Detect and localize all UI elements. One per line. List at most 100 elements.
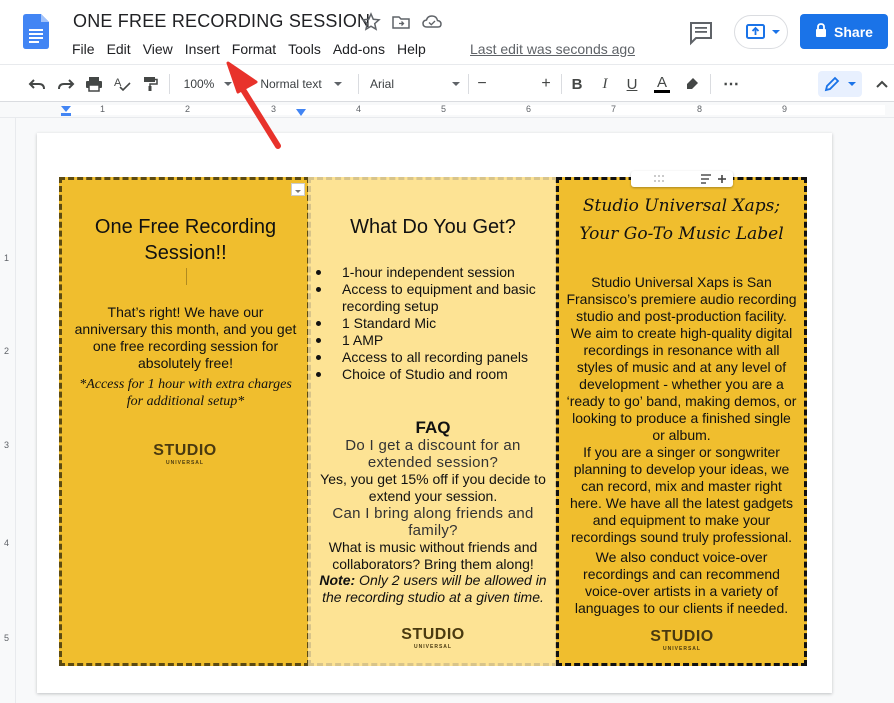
editing-mode-button[interactable] — [818, 71, 862, 97]
table-drag-handle[interactable] — [631, 171, 733, 187]
ruler-number: 7 — [611, 104, 617, 114]
toolbar-divider — [710, 74, 711, 94]
right-indent-marker-icon — [296, 109, 306, 116]
panel-3-heading: Studio Universal Xaps; Your Go-To Music … — [579, 196, 784, 244]
left-indent-marker-icon — [61, 106, 71, 116]
ruler-number: 1 — [4, 253, 10, 263]
red-arrow-annotation-icon — [226, 61, 281, 149]
ruler-number: 6 — [526, 104, 532, 114]
increase-font-size-button[interactable]: + — [536, 71, 556, 97]
toolbar-divider — [561, 74, 562, 94]
menu-help[interactable]: Help — [391, 39, 432, 59]
more-options-icon[interactable]: ⋯ — [718, 71, 744, 97]
italic-button[interactable]: I — [594, 71, 616, 97]
toolbar-divider — [169, 74, 170, 94]
panel-1-heading: One Free Recording Session!! — [94, 216, 277, 264]
ruler-number: 9 — [782, 104, 788, 114]
faq-question-1: Do I get a discount for an extended sess… — [345, 437, 521, 471]
google-docs-logo-icon[interactable] — [23, 14, 49, 49]
highlight-color-icon[interactable] — [681, 71, 703, 97]
menu-insert[interactable]: Insert — [179, 39, 226, 59]
faq-answer-2: What is music without friends and collab… — [328, 539, 538, 572]
spellcheck-icon[interactable]: A — [110, 71, 134, 97]
menu-file[interactable]: File — [66, 39, 101, 59]
horizontal-ruler[interactable]: 1 2 3 4 5 6 7 8 9 — [0, 102, 894, 118]
panel-left[interactable]: One Free Recording Session!! That’s righ… — [59, 177, 310, 666]
bold-button[interactable]: B — [566, 71, 588, 97]
font-family-select[interactable]: Arial — [366, 71, 464, 97]
benefits-list: 1-hour independent session Access to equ… — [313, 264, 553, 383]
faq-question-2: Can I bring along friends and family? — [332, 505, 534, 539]
ruler-number: 5 — [4, 633, 10, 643]
faq-answer-1: Yes, you get 15% off if you decide to ex… — [320, 471, 546, 504]
ruler-number: 5 — [441, 104, 447, 114]
ruler-number: 4 — [4, 538, 10, 548]
chevron-down-icon — [452, 82, 460, 86]
pencil-icon — [824, 76, 840, 92]
chevron-down-icon — [333, 82, 342, 86]
share-label: Share — [834, 23, 873, 40]
chevron-down-icon — [848, 82, 856, 86]
star-icon[interactable] — [361, 12, 381, 32]
text-color-label: A — [656, 74, 667, 91]
menu-bar: File Edit View Insert Format Tools Add-o… — [66, 39, 432, 59]
redo-icon[interactable] — [54, 71, 78, 97]
paint-format-icon[interactable] — [138, 71, 162, 97]
font-family-value: Arial — [370, 77, 395, 91]
zoom-value: 100% — [183, 77, 215, 91]
text-color-button[interactable]: A — [651, 71, 673, 97]
list-item: 1 Standard Mic — [313, 315, 553, 332]
note-label: Note: — [319, 572, 356, 588]
menu-tools[interactable]: Tools — [282, 39, 327, 59]
text-color-swatch — [654, 90, 670, 93]
panel-1-note: *Access for 1 hour with extra charges fo… — [79, 377, 292, 409]
title-bar: ONE FREE RECORDING SESSION File Edit Vie… — [0, 0, 894, 64]
panel-3-paragraph-3: If you are a singer or songwriter planni… — [569, 444, 794, 545]
formatting-toolbar: A 100% Normal text Arial − 11 + B I U A … — [0, 64, 894, 160]
move-folder-icon[interactable] — [391, 12, 411, 32]
menu-add-ons[interactable]: Add-ons — [327, 39, 391, 59]
toolbar-divider — [358, 74, 359, 94]
present-button[interactable] — [734, 15, 788, 49]
studio-logo: STUDIO UNIVERSAL — [401, 626, 465, 650]
undo-icon[interactable] — [25, 71, 49, 97]
panel-3-paragraph-1: Studio Universal Xaps is San Fransisco’s… — [566, 274, 797, 324]
lock-icon — [815, 23, 827, 40]
panel-3-paragraph-4: We also conduct voice-over recordings an… — [574, 549, 789, 616]
ruler-number: 1 — [100, 104, 106, 114]
toolbar-divider — [468, 74, 469, 94]
menu-view[interactable]: View — [137, 39, 179, 59]
vertical-ruler[interactable]: 1 2 3 4 5 — [0, 118, 16, 703]
panel-middle[interactable]: What Do You Get? 1-hour independent sess… — [308, 177, 558, 666]
list-item: 1-hour independent session — [313, 264, 553, 281]
ruler-number: 4 — [356, 104, 362, 114]
print-icon[interactable] — [82, 71, 106, 97]
last-edit-link[interactable]: Last edit was seconds ago — [470, 39, 635, 59]
menu-edit[interactable]: Edit — [101, 39, 137, 59]
collapse-chevron-icon[interactable] — [872, 71, 892, 97]
list-item: 1 AMP — [313, 332, 553, 349]
ruler-number: 3 — [4, 440, 10, 450]
ruler-number: 2 — [185, 104, 191, 114]
cell-dropdown-icon[interactable] — [291, 183, 305, 196]
share-button[interactable]: Share — [800, 14, 888, 49]
menu-format[interactable]: Format — [226, 39, 282, 59]
ruler-number: 2 — [4, 346, 10, 356]
document-title[interactable]: ONE FREE RECORDING SESSION — [73, 11, 370, 32]
cloud-saved-icon[interactable] — [421, 12, 442, 32]
studio-logo: STUDIO UNIVERSAL — [650, 628, 714, 652]
panel-3-paragraph-2: We aim to create high-quality digital re… — [566, 325, 797, 443]
decrease-font-size-button[interactable]: − — [472, 71, 492, 97]
studio-logo: STUDIO UNIVERSAL — [153, 442, 217, 466]
list-item: Access to equipment and basic recording … — [313, 281, 553, 315]
faq-title: FAQ — [415, 418, 451, 437]
comment-history-icon[interactable] — [686, 20, 716, 46]
note-text: Only 2 users will be allowed in the reco… — [322, 572, 547, 605]
text-cursor — [186, 268, 187, 285]
brochure-table[interactable]: One Free Recording Session!! That’s righ… — [59, 177, 807, 666]
list-item: Choice of Studio and room — [313, 366, 553, 383]
underline-button[interactable]: U — [621, 71, 643, 97]
panel-right[interactable]: Studio Universal Xaps; Your Go-To Music … — [556, 177, 807, 666]
panel-1-body: That’s right! We have our anniversary th… — [74, 304, 297, 371]
panel-2-heading: What Do You Get? — [350, 216, 516, 238]
